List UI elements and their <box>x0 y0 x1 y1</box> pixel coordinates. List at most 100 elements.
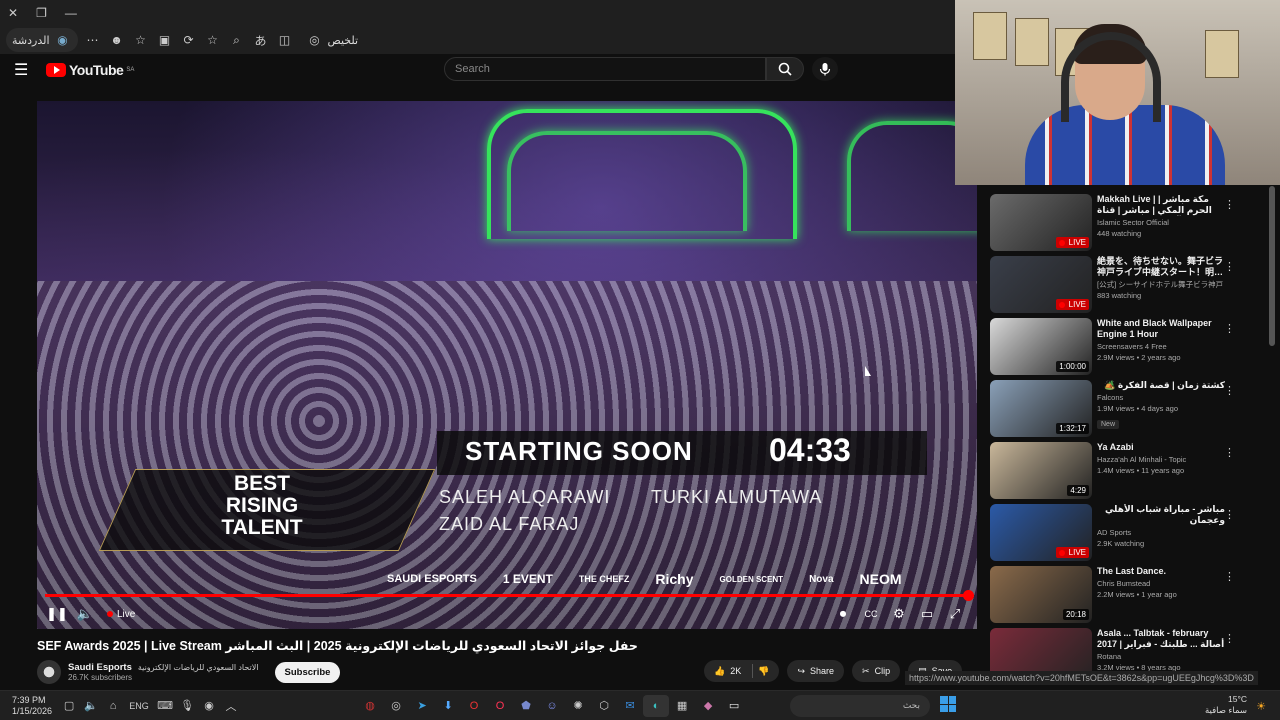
voice-search-button[interactable] <box>812 57 838 81</box>
sidebar-video-item[interactable]: 1:00:00 White and Black Wallpaper Engine… <box>990 318 1265 380</box>
youtube-logo[interactable]: YouTube SA <box>46 62 134 78</box>
outlook-icon[interactable]: ✉ <box>617 695 643 717</box>
sidebar-channel-name[interactable]: Screensavers 4 Free <box>1097 342 1225 351</box>
autoplay-toggle-icon[interactable]: ⏺ <box>829 602 857 626</box>
live-badge[interactable]: Live <box>107 609 135 620</box>
sidebar-channel-name[interactable]: [公式] シーサイドホテル舞子ビラ神戸 <box>1097 280 1225 289</box>
search-input[interactable]: Search <box>444 57 766 81</box>
hamburger-menu-icon[interactable]: ☰ <box>14 60 34 80</box>
copilot-chat-button[interactable]: الدردشة ◉ <box>6 28 78 52</box>
sidebar-video-item[interactable]: LIVE مباشر - مباراة شباب الأهلي وعجمان A… <box>990 504 1265 566</box>
video-thumbnail[interactable]: 20:18 <box>990 566 1092 623</box>
sidebar-video-title[interactable]: 絶景を、待ちせない。舞子ビラ神戸ライブ中継スタート！明… <box>1097 256 1225 278</box>
sidebar-scrollbar[interactable] <box>1269 186 1275 346</box>
more-vertical-icon[interactable]: ⋮ <box>1224 260 1235 273</box>
more-vertical-icon[interactable]: ⋮ <box>1224 198 1235 211</box>
video-thumbnail[interactable]: 1:32:17 <box>990 380 1092 437</box>
sidebar-channel-name[interactable]: Islamic Sector Official <box>1097 218 1225 227</box>
subscribe-button[interactable]: Subscribe <box>274 661 341 683</box>
store-icon[interactable]: ▦ <box>669 695 695 717</box>
like-button[interactable]: 👍 2K 👎 <box>704 660 780 682</box>
settings-gear-icon[interactable]: ⚙ <box>885 602 913 626</box>
video-player[interactable]: STARTING SOON 04:33 BEST RISING TALENT S… <box>37 101 977 629</box>
sidebar-video-item[interactable]: 20:18 The Last Dance. Chris Bumstead 2.2… <box>990 566 1265 628</box>
sidebar-channel-name[interactable]: Falcons <box>1097 393 1225 402</box>
split-screen-icon[interactable]: ◫ <box>276 31 294 49</box>
sidebar-channel-name[interactable]: Hazza'ah Al Minhali - Topic <box>1097 455 1225 464</box>
taskbar-app-icon[interactable]: ◎ <box>383 695 409 717</box>
edge-icon[interactable]: ◐ <box>643 694 670 717</box>
clip-button[interactable]: ✂ Clip <box>852 660 901 682</box>
sidebar-video-item[interactable]: LIVE 絶景を、待ちせない。舞子ビラ神戸ライブ中継スタート！明… [公式] シ… <box>990 256 1265 318</box>
restore-icon[interactable]: ❐ <box>36 6 47 20</box>
file-explorer-icon[interactable]: ▭ <box>721 695 747 717</box>
favorites-icon[interactable]: ☆ <box>132 31 150 49</box>
network-icon[interactable]: ⌂ <box>102 695 124 717</box>
more-icon[interactable]: ⋯ <box>84 31 102 49</box>
download-app-icon[interactable]: ⬇ <box>435 695 461 717</box>
more-vertical-icon[interactable]: ⋮ <box>1224 632 1235 645</box>
video-thumbnail[interactable]: LIVE <box>990 194 1092 251</box>
more-vertical-icon[interactable]: ⋮ <box>1224 322 1235 335</box>
profile-icon[interactable]: ☻ <box>108 31 126 49</box>
fullscreen-icon[interactable]: ⤢ <box>941 602 969 626</box>
discord-icon[interactable]: ☺ <box>539 695 565 717</box>
progress-bar[interactable] <box>45 590 974 601</box>
teams-icon[interactable]: ⬟ <box>513 695 539 717</box>
weather-widget[interactable]: 15°C سماء صافية <box>1205 694 1247 716</box>
sidebar-channel-name[interactable]: Chris Bumstead <box>1097 579 1225 588</box>
pause-icon[interactable]: ❚❚ <box>43 602 71 626</box>
opera-icon[interactable]: O <box>461 695 487 717</box>
windows-start-icon[interactable] <box>940 696 956 712</box>
summarize-button[interactable]: ◎ تلخيص <box>300 28 365 52</box>
sidebar-video-item[interactable]: LIVE Makkah Live | مكة مباشر | الحرم الم… <box>990 194 1265 256</box>
sidebar-video-title[interactable]: مباشر - مباراة شباب الأهلي وعجمان <box>1097 504 1225 526</box>
scrubber-handle[interactable] <box>963 590 974 601</box>
zoom-icon[interactable]: ⌕ <box>228 31 246 49</box>
chatgpt-icon[interactable]: ✺ <box>565 695 591 717</box>
copilot-icon[interactable]: ◆ <box>695 695 721 717</box>
telegram-icon[interactable]: ➤ <box>409 695 435 717</box>
channel-avatar[interactable] <box>37 660 61 684</box>
more-vertical-icon[interactable]: ⋮ <box>1224 384 1235 397</box>
translate-icon[interactable]: あ <box>252 31 270 49</box>
video-thumbnail[interactable]: 4:29 <box>990 442 1092 499</box>
opera-gx-icon[interactable]: O <box>487 695 513 717</box>
close-icon[interactable]: ✕ <box>8 6 18 20</box>
minimize-icon[interactable]: — <box>65 6 77 20</box>
sidebar-video-title[interactable]: Ya Azabi <box>1097 442 1225 453</box>
sidebar-video-item[interactable]: 1:32:17 كشتة زمان | قصة الفكرة 🏕️ Falcon… <box>990 380 1265 442</box>
notification-icon[interactable]: ▢ <box>58 695 80 717</box>
video-thumbnail[interactable]: LIVE <box>990 256 1092 313</box>
thumbs-down-icon[interactable]: 👎 <box>758 666 769 677</box>
volume-tray-icon[interactable]: 🔈 <box>80 695 102 717</box>
language-indicator[interactable]: ENG <box>124 695 154 717</box>
sidebar-video-title[interactable]: The Last Dance. <box>1097 566 1225 577</box>
app-icon[interactable]: ⬡ <box>591 695 617 717</box>
sidebar-video-item[interactable]: 4:29 Ya Azabi Hazza'ah Al Minhali - Topi… <box>990 442 1265 504</box>
taskbar-app-icon[interactable]: ◍ <box>357 695 383 717</box>
captions-icon[interactable]: CC <box>857 602 885 626</box>
star-add-icon[interactable]: ☆ <box>204 31 222 49</box>
more-vertical-icon[interactable]: ⋮ <box>1224 508 1235 521</box>
refresh-icon[interactable]: ⟳ <box>180 31 198 49</box>
channel-name[interactable]: Saudi Esports <box>68 662 132 673</box>
video-thumbnail[interactable]: 1:00:00 <box>990 318 1092 375</box>
miniplayer-icon[interactable]: ▭ <box>913 602 941 626</box>
search-button[interactable] <box>766 57 804 81</box>
video-thumbnail[interactable]: LIVE <box>990 504 1092 561</box>
collections-icon[interactable]: ▣ <box>156 31 174 49</box>
keyboard-icon[interactable]: ⌨ <box>154 695 176 717</box>
more-vertical-icon[interactable]: ⋮ <box>1224 446 1235 459</box>
windows-search-input[interactable]: بحث <box>790 695 930 717</box>
share-button[interactable]: ↪ Share <box>787 660 845 682</box>
sidebar-channel-name[interactable]: Rotana <box>1097 652 1225 661</box>
sidebar-video-title[interactable]: Makkah Live | مكة مباشر | الحرم المكي | … <box>1097 194 1225 216</box>
more-vertical-icon[interactable]: ⋮ <box>1224 570 1235 583</box>
sidebar-video-title[interactable]: كشتة زمان | قصة الفكرة 🏕️ <box>1097 380 1225 391</box>
volume-icon[interactable]: 🔈 <box>71 602 99 626</box>
chevron-up-icon[interactable]: ︿ <box>220 695 242 717</box>
tray-app-icon[interactable]: ◉ <box>198 695 220 717</box>
sidebar-channel-name[interactable]: AD Sports <box>1097 528 1225 537</box>
sidebar-video-title[interactable]: Asala ... Talbtak - february 2017 | أصال… <box>1097 628 1225 650</box>
